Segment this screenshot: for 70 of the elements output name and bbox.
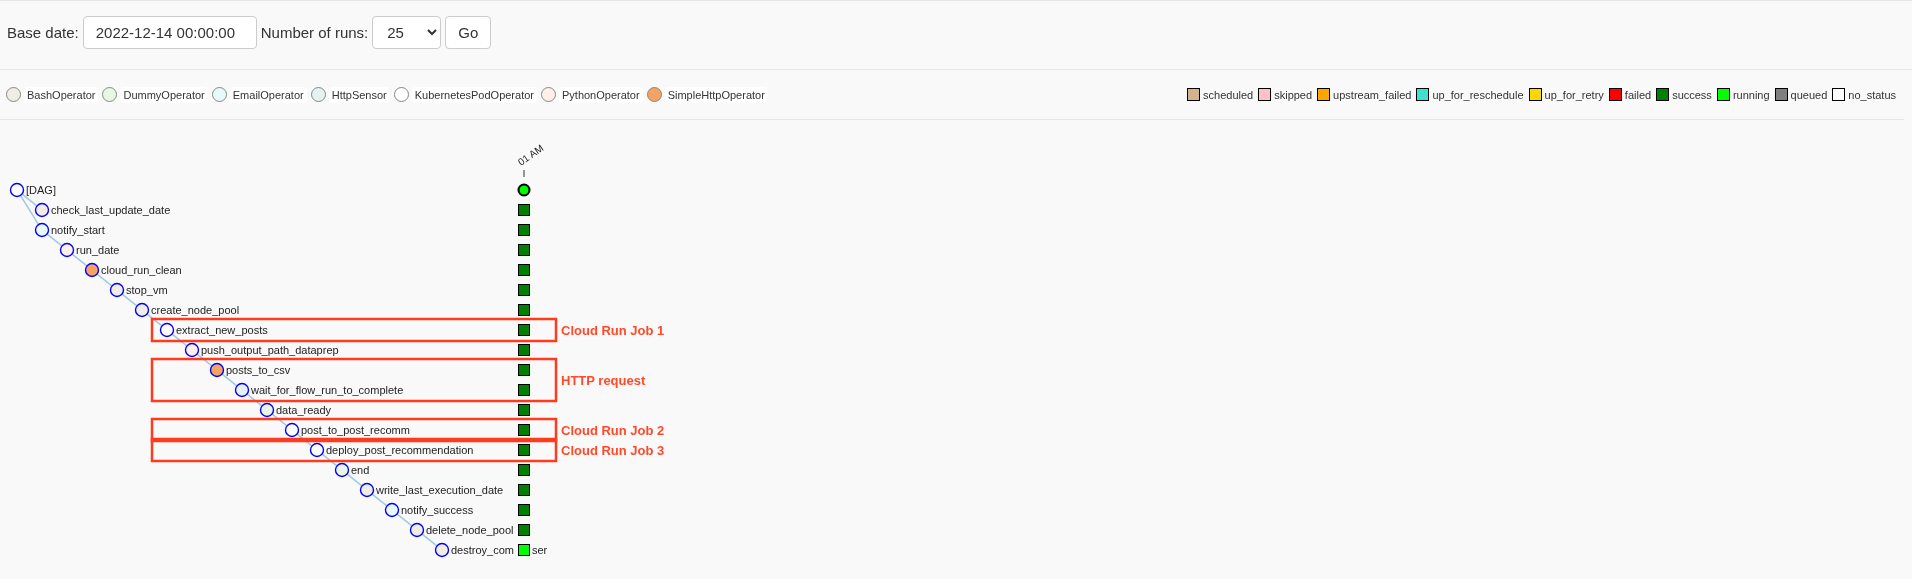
run-time-label: 01 AM [515,142,546,168]
task-node[interactable] [34,202,50,218]
dag-run-status[interactable] [517,183,531,197]
operator-legend-label: DummyOperator [120,86,208,103]
callout-label: Cloud Run Job 3 [561,443,665,458]
task-label[interactable]: check_last_update_date [51,204,171,216]
operator-legend-label: PythonOperator [559,86,643,103]
go-button[interactable]: Go [445,16,492,49]
state-legend-label: running [1732,88,1770,101]
task-label[interactable]: cloud_run_clean [101,264,182,276]
task-label[interactable]: notify_start [51,224,105,236]
task-node[interactable] [134,302,150,318]
operator-legend-label: BashOperator [24,86,99,103]
task-label[interactable]: deploy_post_recommendation [326,444,474,456]
task-node[interactable] [184,342,200,358]
task-label[interactable]: create_node_pool [151,304,240,316]
state-legend-label: scheduled [1203,88,1254,101]
task-node[interactable] [259,402,275,418]
task-node[interactable] [409,522,425,538]
state-legend-label: queued [1790,88,1828,101]
number-of-runs-label: Number of runs: [260,23,369,43]
task-node[interactable] [209,362,225,378]
task-node[interactable] [309,442,325,458]
task-label[interactable]: data_ready [276,404,332,416]
task-node[interactable] [384,502,400,518]
task-node[interactable] [234,382,250,398]
task-label[interactable]: notify_success [401,504,474,516]
task-node[interactable] [9,182,25,198]
task-label[interactable]: stop_vm [126,284,168,296]
task-label[interactable]: delete_node_pool [426,524,514,536]
operator-legend-label: SimpleHttpOperator [664,86,768,103]
task-label[interactable]: [DAG] [26,184,56,196]
task-node[interactable] [59,242,75,258]
task-label[interactable]: push_output_path_dataprep [201,344,339,356]
task-label[interactable]: wait_for_flow_run_to_complete [251,384,404,396]
task-node[interactable] [84,262,100,278]
task-label[interactable]: write_last_execution_date [376,484,504,496]
callout-label: Cloud Run Job 2 [561,423,665,438]
task-status-square[interactable] [518,544,530,556]
tick-mark [523,169,525,178]
state-legend-label: success [1672,88,1712,101]
task-node[interactable] [359,482,375,498]
state-legend-label: up_for_retry [1544,88,1604,101]
operator-legend-label: EmailOperator [229,86,307,103]
task-node[interactable] [334,462,350,478]
number-of-runs-select[interactable]: 25 [372,16,442,49]
task-label[interactable]: extract_new_posts [176,324,268,336]
state-legend-label: no_status [1848,88,1896,101]
operator-legend-label: KubernetesPodOperator [411,86,537,103]
state-legend-label: failed [1624,88,1652,101]
task-label[interactable]: destroy_com [451,544,514,556]
task-label[interactable]: post_to_post_recomm [301,424,410,436]
state-legend-label: upstream_failed [1333,88,1412,101]
task-label[interactable]: posts_to_csv [226,364,291,376]
task-node[interactable] [34,222,50,238]
connector-line [346,473,363,487]
base-date-input[interactable]: 2022-12-14 00:00:00 [82,16,257,49]
task-label[interactable]: end [351,464,370,476]
task-label: ser [532,544,548,556]
base-date-label: Base date: [7,23,79,43]
task-node[interactable] [434,542,450,558]
task-node[interactable] [159,322,175,338]
state-legend-label: skipped [1274,88,1313,101]
callout-label: HTTP request [561,373,646,388]
callout-label: Cloud Run Job 1 [561,323,665,338]
operator-legend-label: HttpSensor [328,86,390,103]
state-legend-label: up_for_reschedule [1432,88,1524,101]
task-node[interactable] [284,422,300,438]
task-node[interactable] [109,282,125,298]
task-label[interactable]: run_date [76,244,120,256]
